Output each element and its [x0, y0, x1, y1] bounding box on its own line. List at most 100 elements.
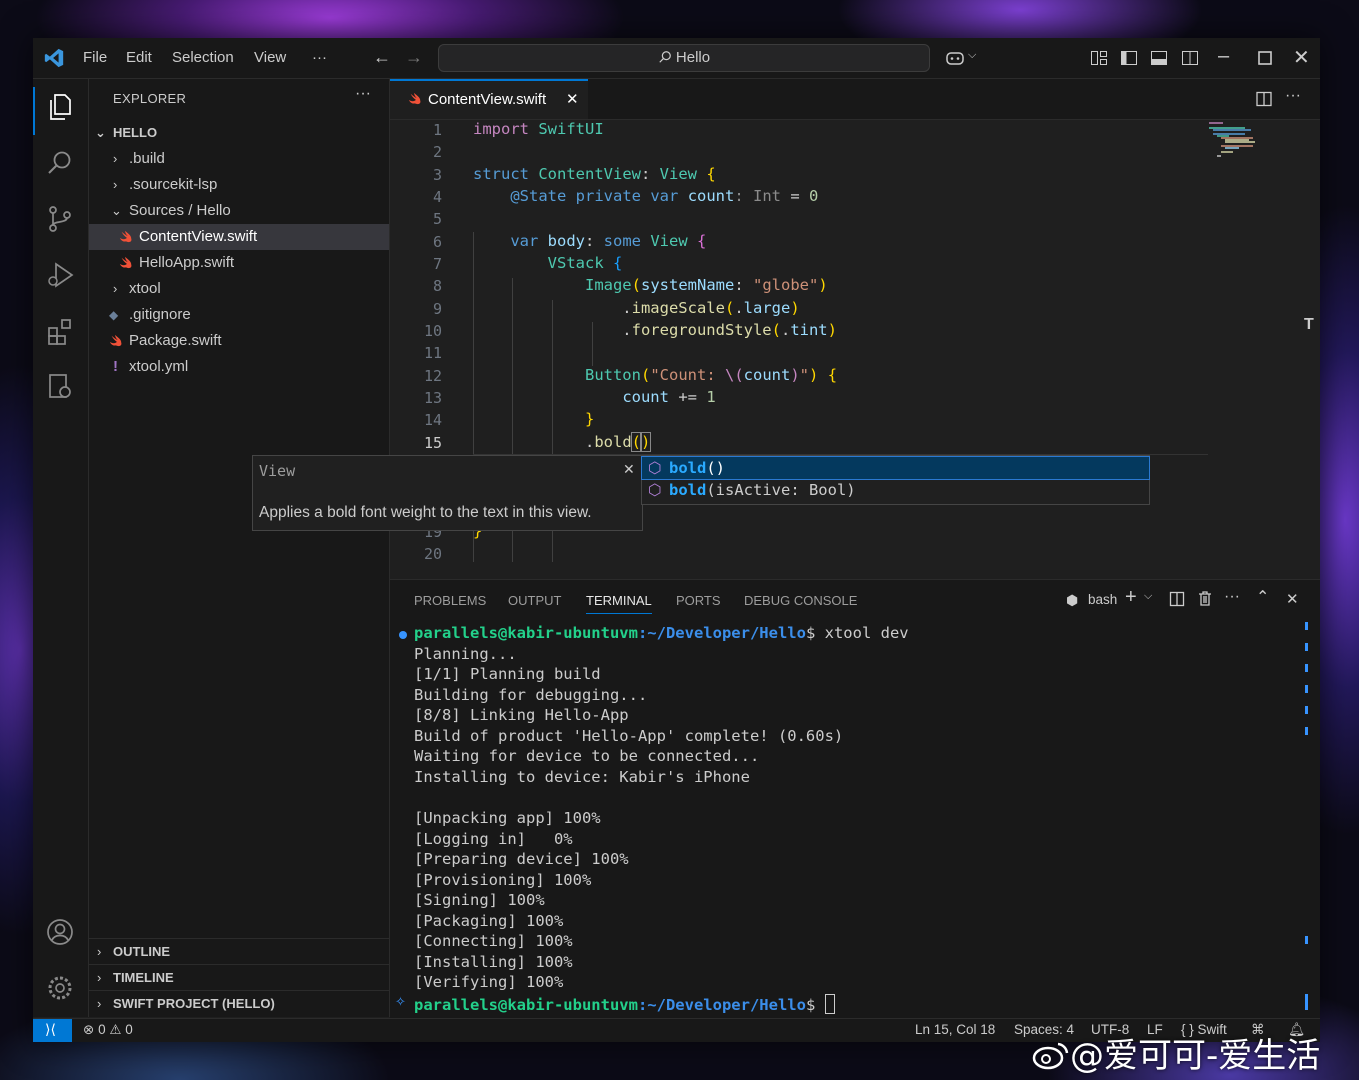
prompt-symbol: $ [805, 996, 816, 1014]
cursor-position[interactable]: Ln 15, Col 18 [915, 1022, 995, 1037]
accounts-icon[interactable] [45, 917, 75, 947]
remote-indicator[interactable]: ⟩⟨ [33, 1019, 72, 1042]
error-icon: ⊗ [83, 1022, 95, 1037]
chevron-right-icon: › [113, 281, 118, 296]
back-arrow-icon[interactable]: ← [373, 47, 391, 68]
tree-item-contentview[interactable]: ContentView.swift [89, 224, 389, 250]
copilot-chevron-down-icon[interactable]: ⌵ [968, 49, 976, 62]
title-bar: File Edit Selection View ··· ← → Hello ⌵… [33, 38, 1320, 79]
copilot-icon[interactable] [945, 48, 965, 68]
tree-item-gitignore[interactable]: ◆ .gitignore [89, 302, 389, 328]
chevron-right-icon: › [97, 944, 102, 959]
menu-file[interactable]: File [83, 38, 107, 78]
tree-item-xtool[interactable]: › xtool [89, 276, 389, 302]
panel-more-actions[interactable]: ··· [1224, 588, 1240, 606]
customize-layout-icon[interactable] [1089, 48, 1109, 68]
minimap[interactable] [1205, 120, 1305, 200]
line-number: 10 [423, 322, 442, 340]
tab-ports[interactable]: PORTS [676, 593, 721, 608]
terminal-output-line: [8/8] Linking Hello-App [414, 706, 629, 724]
terminal-command-line: parallels@kabir-ubuntuvm:~/Developer/Hel… [414, 624, 909, 642]
toggle-panel-icon[interactable] [1149, 48, 1169, 68]
maximize-icon[interactable] [1255, 48, 1275, 68]
menu-view[interactable]: View [254, 38, 286, 78]
tree-item-xtool-yml[interactable]: ! xtool.yml [89, 354, 389, 380]
menu-more[interactable]: ··· [312, 38, 327, 78]
suggestion-name: bold [669, 459, 707, 477]
terminal-output-line: [Signing] 100% [414, 891, 545, 909]
trash-icon[interactable] [1197, 590, 1213, 607]
search-icon[interactable] [45, 148, 75, 178]
watermark: @爱可可-爱生活 [1032, 1028, 1320, 1077]
remote-explorer-icon[interactable] [45, 372, 75, 402]
terminal-prompt-line[interactable]: parallels@kabir-ubuntuvm:~/Developer/Hel… [414, 994, 835, 1014]
close-tab-icon[interactable]: ✕ [566, 81, 579, 118]
folder-root[interactable]: ⌄ HELLO [89, 120, 389, 146]
tree-item-sources-hello[interactable]: ⌄ Sources / Hello [89, 198, 389, 224]
suggestion-item[interactable]: ⬡ bold(isActive: Bool) [642, 479, 1149, 501]
terminal-output-line: [Unpacking app] 100% [414, 809, 601, 827]
swift-file-icon [408, 92, 421, 105]
split-terminal-icon[interactable] [1169, 591, 1185, 607]
tab-debug-console[interactable]: DEBUG CONSOLE [744, 593, 857, 608]
settings-gear-icon[interactable] [45, 973, 75, 1003]
menu-edit[interactable]: Edit [126, 38, 152, 78]
tree-item-build[interactable]: › .build [89, 146, 389, 172]
terminal-output-line: [Connecting] 100% [414, 932, 573, 950]
tree-item-helloapp[interactable]: HelloApp.swift [89, 250, 389, 276]
code-line: @State private var count: Int = 0 [510, 187, 819, 205]
suggestion-widget[interactable]: ⬡ bold() ⬡ bold(isActive: Bool) [641, 455, 1150, 505]
forward-arrow-icon[interactable]: → [405, 47, 423, 68]
vscode-window: File Edit Selection View ··· ← → Hello ⌵… [33, 38, 1320, 1042]
source-control-icon[interactable] [45, 204, 75, 234]
problems-indicator[interactable]: ⊗ 0 ⚠ 0 [83, 1022, 133, 1038]
toggle-secondary-sidebar-icon[interactable] [1180, 48, 1200, 68]
error-count: 0 [98, 1022, 106, 1037]
suggestion-name: bold [669, 481, 707, 499]
tab-output[interactable]: OUTPUT [508, 593, 561, 608]
close-hover-icon[interactable]: ✕ [623, 461, 635, 478]
warning-count: 0 [125, 1022, 133, 1037]
swift-file-icon [109, 334, 122, 347]
activity-bar [33, 79, 89, 1017]
tree-item-package[interactable]: Package.swift [89, 328, 389, 354]
section-label: OUTLINE [113, 944, 171, 959]
tab-problems[interactable]: PROBLEMS [414, 593, 486, 608]
chevron-down-icon: ⌄ [95, 125, 106, 140]
run-and-debug-icon[interactable] [45, 260, 75, 290]
terminal-shell-label[interactable]: bash [1088, 592, 1117, 607]
terminal-output-line: [1/1] Planning build [414, 665, 601, 683]
new-terminal-icon[interactable]: + [1125, 586, 1137, 609]
terminal-scroll-markers [1305, 622, 1308, 742]
tree-item-sourcekit-lsp[interactable]: › .sourcekit-lsp [89, 172, 389, 198]
tree-item-label: .sourcekit-lsp [129, 176, 218, 193]
close-panel-icon[interactable]: ✕ [1286, 590, 1299, 608]
explorer-icon[interactable] [45, 92, 75, 122]
section-swift-project[interactable]: › SWIFT PROJECT (HELLO) [89, 990, 389, 1017]
line-number-current: 15 [423, 434, 442, 452]
tab-contentview[interactable]: ContentView.swift ✕ [390, 79, 588, 119]
extensions-icon[interactable] [45, 316, 75, 346]
terminal-output-line: [Verifying] 100% [414, 973, 564, 991]
section-timeline[interactable]: › TIMELINE [89, 964, 389, 991]
command-center[interactable]: Hello [438, 44, 930, 72]
code-line: var body: some View { [510, 232, 707, 250]
line-number: 6 [432, 233, 442, 251]
suggestion-item-selected[interactable]: ⬡ bold() [641, 456, 1150, 480]
menu-selection[interactable]: Selection [172, 38, 234, 78]
terminal-output-line: Waiting for device to be connected... [414, 747, 760, 765]
toggle-sidebar-icon[interactable] [1119, 48, 1139, 68]
close-window-icon[interactable]: ✕ [1293, 45, 1310, 70]
editor-more-actions[interactable]: ··· [1285, 87, 1301, 105]
command-center-label: Hello [675, 49, 711, 66]
explorer-more-actions[interactable]: ··· [355, 85, 371, 103]
minimize-icon[interactable]: – [1218, 45, 1229, 68]
chevron-down-icon[interactable]: ⌵ [1144, 590, 1152, 603]
maximize-panel-icon[interactable]: ⌃ [1256, 587, 1269, 607]
tree-item-label: Package.swift [129, 332, 222, 349]
chevron-right-icon: › [113, 151, 118, 166]
section-outline[interactable]: › OUTLINE [89, 938, 389, 965]
split-editor-icon[interactable] [1255, 90, 1273, 108]
method-icon: ⬡ [648, 459, 662, 477]
tab-terminal[interactable]: TERMINAL [586, 593, 652, 614]
